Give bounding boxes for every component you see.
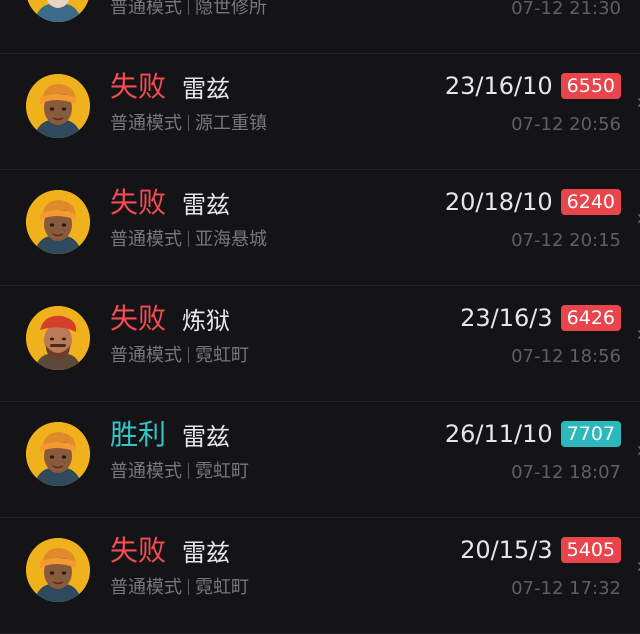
- match-info: 普通模式 霓虹町: [110, 576, 249, 600]
- match-history-list: 普通模式隐世修所07-12 21:30› 失败雷兹普通模式源工重镇23/16/1…: [0, 0, 640, 634]
- match-row[interactable]: 胜利雷兹普通模式霓虹町26/11/10770707-12 18:07›: [0, 402, 640, 518]
- chevron-right-icon[interactable]: ›: [636, 324, 640, 346]
- game-mode: 普通模式: [110, 461, 182, 482]
- raze-avatar: [26, 538, 90, 602]
- score-badge: 6240: [560, 189, 621, 215]
- match-time: 07-12 17:32: [511, 578, 621, 599]
- game-mode: 普通模式: [110, 577, 182, 598]
- match-info: 普通模式 隐世修所: [110, 0, 267, 20]
- divider: [188, 231, 189, 247]
- match-row[interactable]: 失败炼狱普通模式霓虹町23/16/3642607-12 18:56›: [0, 286, 640, 402]
- match-time: 07-12 18:56: [511, 346, 621, 367]
- match-info: 普通模式 霓虹町: [110, 344, 249, 368]
- kda: 23/16/10: [444, 72, 553, 100]
- agent-name: 雷兹: [182, 75, 230, 103]
- match-stats: 23/16/10 6550: [445, 71, 621, 101]
- game-mode: 普通模式: [110, 0, 182, 18]
- match-row[interactable]: 失败雷兹普通模式亚海悬城20/18/10624007-12 20:15›: [0, 170, 640, 286]
- chevron-right-icon[interactable]: ›: [636, 92, 640, 114]
- map-name: 霓虹町: [195, 345, 249, 366]
- map-name: 亚海悬城: [195, 229, 267, 250]
- score-badge: 7707: [560, 421, 621, 447]
- raze-avatar: [26, 422, 90, 486]
- agent-name: 炼狱: [182, 307, 230, 335]
- kda: 20/15/3: [460, 536, 553, 564]
- kda: 20/18/10: [444, 188, 553, 216]
- match-info: 普通模式 霓虹町: [110, 460, 249, 484]
- map-name: 霓虹町: [195, 577, 249, 598]
- match-stats: 20/18/10 6240: [445, 187, 621, 217]
- match-result: 失败: [110, 186, 167, 219]
- agent-name: 雷兹: [182, 539, 230, 567]
- map-name: 霓虹町: [195, 461, 249, 482]
- score-badge: 5405: [560, 537, 621, 563]
- raze-avatar: [26, 190, 90, 254]
- ice-agent-avatar: [26, 0, 90, 22]
- match-row[interactable]: 失败雷兹普通模式霓虹町20/15/3540507-12 17:32›: [0, 518, 640, 634]
- map-name: 隐世修所: [195, 0, 267, 18]
- match-stats: 20/15/3 5405: [460, 535, 621, 565]
- agent-name: 雷兹: [182, 191, 230, 219]
- brimstone-avatar: [26, 306, 90, 370]
- game-mode: 普通模式: [110, 345, 182, 366]
- game-mode: 普通模式: [110, 113, 182, 134]
- match-row[interactable]: 普通模式隐世修所07-12 21:30›: [0, 0, 640, 54]
- chevron-right-icon[interactable]: ›: [636, 440, 640, 462]
- divider: [188, 115, 189, 131]
- match-time: 07-12 18:07: [511, 462, 621, 483]
- match-info: 普通模式 亚海悬城: [110, 228, 267, 252]
- divider: [188, 463, 189, 479]
- match-stats: 26/11/10 7707: [445, 419, 621, 449]
- match-row[interactable]: 失败雷兹普通模式源工重镇23/16/10655007-12 20:56›: [0, 54, 640, 170]
- divider: [188, 347, 189, 363]
- map-name: 源工重镇: [195, 113, 267, 134]
- divider: [188, 579, 189, 595]
- match-time: 07-12 21:30: [511, 0, 621, 19]
- kda: 26/11/10: [444, 420, 553, 448]
- match-time: 07-12 20:56: [511, 114, 621, 135]
- raze-avatar: [26, 74, 90, 138]
- chevron-right-icon[interactable]: ›: [636, 556, 640, 578]
- match-info: 普通模式 源工重镇: [110, 112, 267, 136]
- match-result: 失败: [110, 70, 167, 103]
- match-stats: 23/16/3 6426: [460, 303, 621, 333]
- match-result: 失败: [110, 302, 167, 335]
- kda: 23/16/3: [460, 304, 553, 332]
- match-time: 07-12 20:15: [511, 230, 621, 251]
- chevron-right-icon[interactable]: ›: [636, 208, 640, 230]
- match-result: 胜利: [110, 418, 167, 451]
- game-mode: 普通模式: [110, 229, 182, 250]
- divider: [188, 0, 189, 15]
- agent-name: 雷兹: [182, 423, 230, 451]
- score-badge: 6426: [560, 305, 621, 331]
- score-badge: 6550: [560, 73, 621, 99]
- match-result: 失败: [110, 534, 167, 567]
